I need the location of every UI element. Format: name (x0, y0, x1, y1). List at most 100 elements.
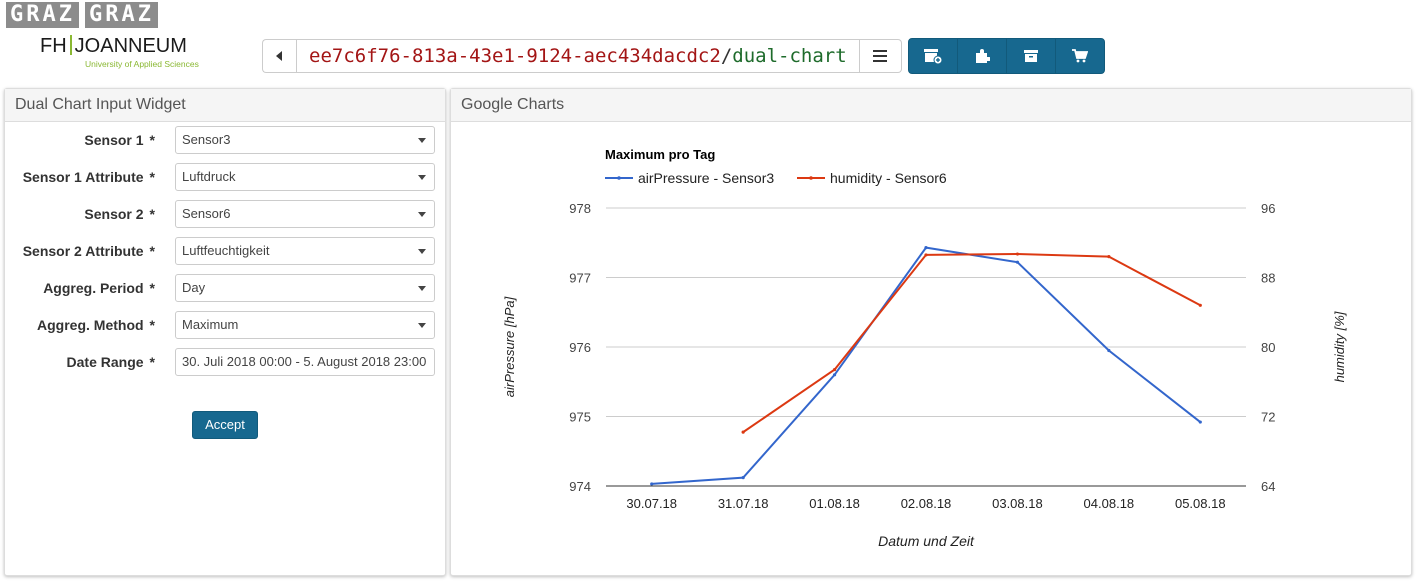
legend-label: humidity - Sensor6 (830, 170, 947, 186)
dropdown-caret-icon (418, 175, 426, 180)
field-label: Sensor 1 Attribute (22, 169, 144, 185)
dropdown-caret-icon (418, 323, 426, 328)
add-widget-button[interactable] (909, 39, 958, 73)
legend-marker (809, 176, 813, 180)
logo-divider (69, 35, 72, 55)
dual-chart-input-widget: Dual Chart Input Widget Sensor 1 * Sensor… (4, 88, 446, 576)
x-axis-title: Datum und Zeit (878, 533, 975, 549)
form-row-sensor-1-attribute: Sensor 1 Attribute * Luftdruck (5, 163, 445, 191)
menu-button[interactable] (859, 39, 902, 73)
form-row-aggreg-period: Aggreg. Period * Day (5, 274, 445, 302)
field-label: Aggreg. Period (43, 280, 144, 296)
path-separator: / (720, 45, 733, 67)
select-value: Maximum (182, 317, 239, 332)
dropdown-caret-icon (418, 286, 426, 291)
data-point (924, 253, 928, 257)
data-point (1107, 348, 1111, 353)
logo-graz-right: GRAZ (84, 2, 158, 28)
cart-icon (1071, 49, 1088, 63)
select-value: Sensor6 (182, 206, 231, 221)
data-point (1198, 420, 1202, 424)
accept-button[interactable]: Accept (192, 411, 258, 439)
fh-joanneum-logo: GRAZ GRAZ FH JOANNEUM University of Appli… (6, 2, 240, 72)
x-tick-label: 31.07.18 (718, 496, 769, 511)
path-id: ee7c6f76-813a-43e1-9124-aec434dacdc2 (309, 45, 721, 67)
y-left-tick-label: 976 (569, 340, 591, 355)
path-name: dual-chart (732, 45, 847, 67)
data-point (832, 373, 837, 377)
y-left-tick-label: 975 (569, 410, 591, 425)
required-mark: * (149, 280, 155, 296)
chart-title: Maximum pro Tag (605, 147, 715, 162)
x-tick-label: 05.08.18 (1175, 496, 1226, 511)
hamburger-menu-icon (873, 50, 888, 62)
legend-label: airPressure - Sensor3 (638, 170, 774, 186)
data-point (1015, 252, 1020, 256)
cart-button[interactable] (1056, 39, 1104, 73)
logo-subtitle: University of Applied Sciences (85, 59, 199, 69)
data-point (741, 430, 745, 434)
logo-joanneum: JOANNEUM (74, 35, 187, 57)
dual-line-chart: 974 975 976 977 978 64 72 80 88 96 30.07.18 31.07.1… (502, 147, 1347, 549)
y-right-axis-title: humidity [%] (1332, 311, 1347, 382)
caret-left-icon (275, 51, 282, 61)
select-value: Luftdruck (182, 169, 236, 184)
x-tick-label: 04.08.18 (1084, 496, 1135, 511)
y-left-tick-label: 974 (569, 479, 591, 494)
required-mark: * (149, 317, 155, 333)
form-row-sensor-2: Sensor 2 * Sensor6 (5, 200, 445, 228)
field-label: Sensor 1 (84, 132, 144, 148)
puzzle-icon (975, 49, 990, 63)
field-label: Aggreg. Method (37, 317, 144, 333)
sensor-2-select[interactable]: Sensor6 (175, 200, 435, 228)
y-left-axis-title: airPressure [hPa] (502, 296, 517, 397)
series-line-1 (651, 246, 1201, 485)
plugins-button[interactable] (958, 39, 1007, 73)
y-right-tick-label: 96 (1261, 201, 1275, 216)
form-row-sensor-2-attribute: Sensor 2 Attribute * Luftfeuchtigkeit (5, 237, 445, 265)
dropdown-caret-icon (418, 212, 426, 217)
required-mark: * (149, 169, 155, 185)
data-point (924, 246, 928, 250)
y-left-tick-label: 978 (569, 201, 591, 216)
aggreg-method-select[interactable]: Maximum (175, 311, 435, 339)
x-tick-label: 03.08.18 (992, 496, 1043, 511)
x-tick-label: 02.08.18 (901, 496, 952, 511)
google-charts-widget: Google Charts 974 975 976 977 978 64 72 80 88 96 3… (450, 88, 1412, 576)
y-right-tick-label: 80 (1261, 340, 1275, 355)
required-mark: * (149, 354, 155, 370)
aggreg-period-select[interactable]: Day (175, 274, 435, 302)
required-mark: * (149, 243, 155, 259)
field-label: Sensor 2 Attribute (22, 243, 144, 259)
data-point (741, 476, 745, 480)
required-mark: * (149, 132, 155, 148)
sensor-1-attribute-select[interactable]: Luftdruck (175, 163, 435, 191)
tool-button-group (907, 38, 1105, 74)
archive-icon (1023, 50, 1038, 62)
logo-graz-left: GRAZ (6, 2, 79, 28)
top-toolbar: ee7c6f76-813a-43e1-9124-aec434dacdc2/dua… (262, 38, 1105, 74)
x-tick-label: 01.08.18 (809, 496, 860, 511)
select-value: Day (182, 280, 206, 295)
back-button[interactable] (262, 39, 296, 73)
legend-marker (617, 176, 621, 180)
chart-widget-title: Google Charts (451, 89, 1411, 122)
archive-button[interactable] (1007, 39, 1056, 73)
dashboard-path: ee7c6f76-813a-43e1-9124-aec434dacdc2/dua… (296, 39, 860, 73)
sensor-1-select[interactable]: Sensor3 (175, 126, 435, 154)
y-right-tick-label: 64 (1261, 479, 1275, 494)
input-widget-title: Dual Chart Input Widget (5, 89, 445, 122)
logo-fh: FH (40, 35, 67, 57)
date-range-input[interactable]: 30. Juli 2018 00:00 - 5. August 2018 23:… (175, 348, 435, 376)
series-line-2 (742, 253, 1201, 433)
data-point (650, 482, 654, 486)
field-label: Sensor 2 (84, 206, 144, 222)
required-mark: * (149, 206, 155, 222)
data-point (1015, 260, 1020, 264)
x-tick-label: 30.07.18 (626, 496, 677, 511)
dropdown-caret-icon (418, 138, 426, 143)
sensor-2-attribute-select[interactable]: Luftfeuchtigkeit (175, 237, 435, 265)
data-point (1107, 255, 1111, 259)
form-row-aggreg-method: Aggreg. Method * Maximum (5, 311, 445, 339)
y-right-tick-label: 88 (1261, 271, 1275, 286)
